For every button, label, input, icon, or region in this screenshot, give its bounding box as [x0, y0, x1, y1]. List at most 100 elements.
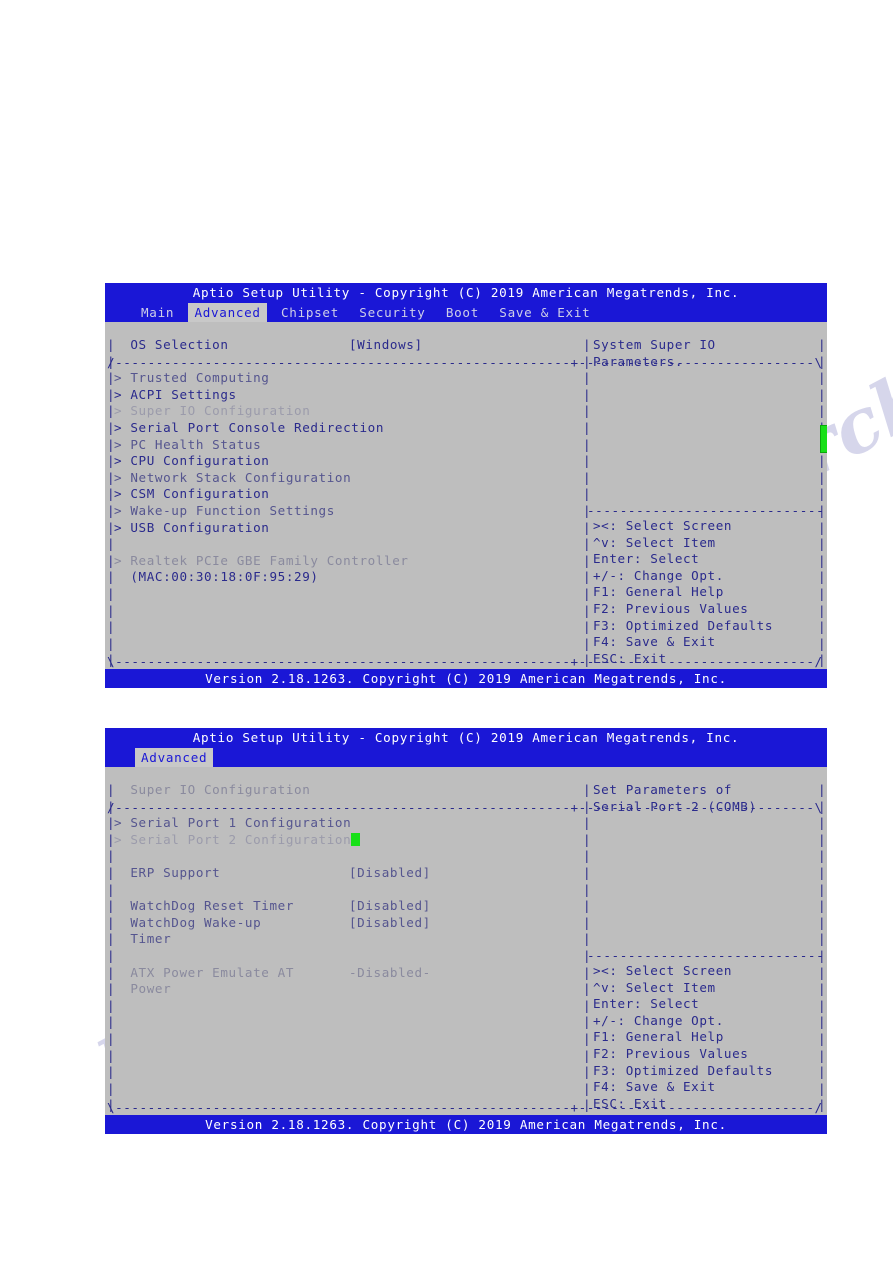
help-divider: -----------------------------	[587, 504, 823, 518]
tab-security[interactable]: Security	[353, 303, 431, 323]
key-legend-item: ^v: Select Item	[593, 979, 716, 995]
setting-value[interactable]: [Disabled]	[349, 915, 431, 932]
setting-row[interactable]: > PC Health Status	[114, 437, 579, 454]
help-divider: -----------------------------	[587, 949, 823, 963]
setting-row[interactable]: > Wake-up Function Settings	[114, 503, 579, 520]
bios-title-bar: Aptio Setup Utility - Copyright (C) 2019…	[105, 728, 827, 748]
setting-label: OS Selection	[114, 337, 229, 352]
setting-row[interactable]: > USB Configuration	[114, 520, 579, 537]
setting-label: > PC Health Status	[114, 436, 262, 452]
tab-main[interactable]: Main	[135, 303, 180, 323]
frame-bottom-border: \---------------------------------------…	[107, 1100, 823, 1115]
tab-chipset[interactable]: Chipset	[275, 303, 345, 323]
help-line: Parameters.	[593, 353, 684, 369]
help-line: System Super IO	[593, 337, 716, 352]
right-border: ||||||||||||||||||||	[818, 782, 827, 1113]
setting-row[interactable]: > CPU Configuration	[114, 453, 579, 470]
setting-row[interactable]: Super IO Configuration	[114, 782, 579, 799]
key-legend-item: F4: Save & Exit	[593, 1079, 716, 1095]
bios-title-bar: Aptio Setup Utility - Copyright (C) 2019…	[105, 283, 827, 303]
setting-label	[114, 948, 130, 963]
setting-row[interactable]: > Realtek PCIe GBE Family Controller	[114, 553, 579, 570]
setting-row[interactable]: WatchDog Wake-up [Disabled]	[114, 915, 579, 932]
right-border: ||||||||||||||||||||	[818, 337, 827, 668]
tab-advanced[interactable]: Advanced	[188, 303, 267, 323]
setting-label: > USB Configuration	[114, 519, 270, 535]
setting-label: > Trusted Computing	[114, 370, 270, 386]
setting-label: > Serial Port Console Redirection	[114, 419, 385, 435]
setting-row[interactable]: ERP Support [Disabled]	[114, 865, 579, 882]
key-legend: ><: Select Screen ^v: Select Item Enter: S…	[593, 963, 817, 1112]
setting-label	[114, 882, 130, 897]
spacer-row	[114, 536, 579, 553]
setting-row[interactable]: > Serial Port 1 Configuration	[114, 815, 579, 832]
spacer-row	[114, 882, 579, 899]
setting-row[interactable]: > Serial Port Console Redirection	[114, 420, 579, 437]
scrollbar-thumb[interactable]	[820, 425, 827, 453]
tab-boot[interactable]: Boot	[440, 303, 485, 323]
setting-row[interactable]: OS Selection [Windows]	[114, 337, 579, 354]
key-legend-item: F3: Optimized Defaults	[593, 617, 774, 633]
setting-row[interactable]: > Serial Port 2 Configuration	[114, 832, 579, 849]
setting-label: > Network Stack Configuration	[114, 469, 352, 485]
key-legend-item: F2: Previous Values	[593, 600, 749, 616]
setting-value[interactable]: [Disabled]	[349, 898, 431, 915]
setting-row[interactable]: > Super IO Configuration	[114, 403, 579, 420]
key-legend-item: +/-: Change Opt.	[593, 1012, 724, 1028]
setting-row[interactable]: ATX Power Emulate AT -Disabled-	[114, 965, 579, 982]
tab-advanced[interactable]: Advanced	[135, 748, 214, 768]
setting-label: > Wake-up Function Settings	[114, 502, 335, 518]
setting-label	[114, 536, 130, 551]
setting-label: > ACPI Settings	[114, 386, 237, 402]
setting-row[interactable]: > Trusted Computing	[114, 370, 579, 387]
key-legend-item: F3: Optimized Defaults	[593, 1062, 774, 1078]
key-legend-item: F1: General Help	[593, 584, 724, 600]
help-line: Serial Port 2 (COMB)	[593, 798, 757, 814]
setting-value[interactable]: [Disabled]	[349, 865, 431, 882]
setting-row[interactable]: WatchDog Reset Timer [Disabled]	[114, 898, 579, 915]
cursor-highlight	[351, 832, 361, 846]
setting-label: (MAC:00:30:18:0F:95:29)	[114, 569, 319, 585]
setting-label: WatchDog Reset Timer	[114, 898, 295, 914]
key-legend: ><: Select Screen ^v: Select Item Enter: S…	[593, 518, 817, 667]
spacer-row	[114, 799, 579, 816]
setting-row[interactable]: Timer	[114, 931, 579, 948]
bios-menu-bar[interactable]: Main Advanced Chipset Security Boot Save…	[105, 303, 827, 323]
bios-menu-bar[interactable]: Advanced	[105, 748, 827, 768]
settings-list: OS Selection [Windows] > Trusted Computin…	[114, 337, 579, 586]
key-legend-item: F2: Previous Values	[593, 1045, 749, 1061]
left-border: | | | | | | | | | | | | | | | | | | | |	[107, 782, 116, 1113]
key-legend-item: F1: General Help	[593, 1029, 724, 1045]
bios-screen-advanced-main: Aptio Setup Utility - Copyright (C) 2019…	[105, 283, 827, 688]
bios-footer: Version 2.18.1263. Copyright (C) 2019 Am…	[105, 1115, 827, 1134]
setting-label: Power	[114, 981, 172, 997]
document-page: manualsarchive.com manualsarchive Aptio …	[0, 0, 893, 1263]
setting-label: Timer	[114, 931, 172, 947]
key-legend-item: F4: Save & Exit	[593, 634, 716, 650]
setting-row[interactable]: (MAC:00:30:18:0F:95:29)	[114, 569, 579, 586]
key-legend-item: Enter: Select	[593, 996, 700, 1012]
setting-row[interactable]: > ACPI Settings	[114, 387, 579, 404]
key-legend-item: ><: Select Screen	[593, 963, 733, 978]
help-line: Set Parameters of	[593, 782, 733, 797]
setting-value[interactable]: [Windows]	[349, 337, 423, 354]
key-legend-item: ^v: Select Item	[593, 534, 716, 550]
key-legend-item: +/-: Change Opt.	[593, 567, 724, 583]
bios-frame: /---------------------------------------…	[105, 322, 827, 669]
setting-label: > Serial Port 1 Configuration	[114, 815, 352, 831]
settings-column: | | | | | | | | | | | | | | | | | | | | OS Selection [Window…	[105, 337, 583, 667]
setting-label: > CPU Configuration	[114, 453, 270, 469]
setting-row[interactable]: Power	[114, 981, 579, 998]
setting-value[interactable]: -Disabled-	[349, 965, 431, 982]
spacer-row	[114, 948, 579, 965]
tab-save-exit[interactable]: Save & Exit	[493, 303, 596, 323]
center-border: | | | | | | | | | | | | | | | | | | | |	[583, 782, 592, 1113]
setting-label: > CSM Configuration	[114, 486, 270, 502]
settings-list: Super IO Configuration > Serial Port 1 C…	[114, 782, 579, 998]
setting-row[interactable]: > Network Stack Configuration	[114, 470, 579, 487]
spacer-row	[114, 354, 579, 371]
setting-label: > Realtek PCIe GBE Family Controller	[114, 552, 409, 568]
setting-label	[114, 354, 130, 369]
setting-row[interactable]: > CSM Configuration	[114, 486, 579, 503]
help-text-block: System Super IO Parameters.	[593, 337, 817, 370]
